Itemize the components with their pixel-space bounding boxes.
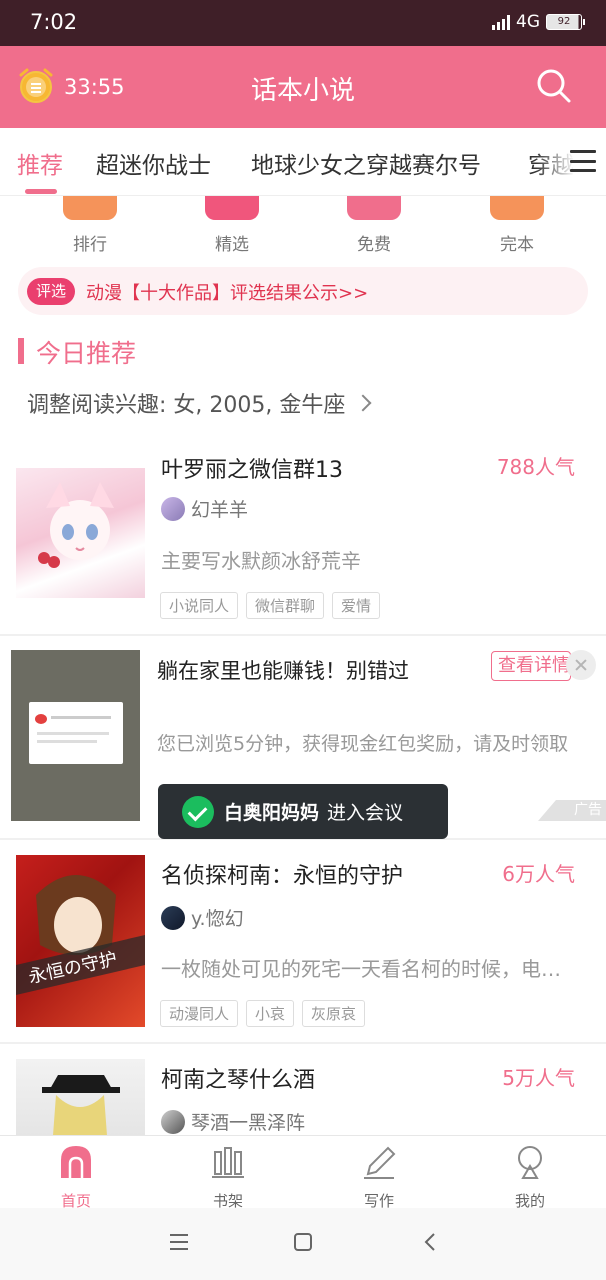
author-name: 幻羊羊	[191, 499, 249, 521]
cover-illustration	[38, 482, 114, 568]
author-name: 琴酒一黑泽阵	[191, 1112, 306, 1134]
home-button-icon[interactable]	[292, 1232, 314, 1252]
ad-detail-button[interactable]: 查看详情	[491, 651, 571, 681]
toast-action: 进入会议	[327, 802, 404, 824]
back-icon[interactable]	[422, 1232, 438, 1252]
bottom-nav: 首页 书架 写作 我的	[0, 1135, 606, 1211]
author-name: y.惚幻	[191, 908, 244, 930]
banner-text: 动漫【十大作品】评选结果公示>>	[86, 283, 369, 304]
category-label: 排行	[73, 235, 107, 255]
bookshelf-icon	[212, 1147, 244, 1178]
ad-image[interactable]	[11, 650, 140, 821]
book-title[interactable]: 柯南之琴什么酒	[161, 1062, 315, 1094]
book-popularity: 788人气	[496, 455, 575, 479]
divider	[0, 634, 606, 636]
book-author[interactable]: 琴酒一黑泽阵	[161, 1108, 305, 1135]
profile-icon	[518, 1146, 542, 1179]
ad-description: 您已浏览5分钟，获得现金红包奖励，请及时领取	[157, 733, 569, 755]
book-card[interactable]: 叶罗丽之微信群13 788人气 幻羊羊 主要写水默颜冰舒荒辛 小说同人 微信群聊…	[0, 440, 606, 635]
nav-bookshelf[interactable]: 书架	[188, 1144, 268, 1211]
category-free[interactable]: 免费	[324, 196, 424, 255]
category-label: 精选	[215, 235, 249, 255]
tab-indicator	[25, 189, 57, 194]
book-author[interactable]: y.惚幻	[161, 904, 244, 931]
nav-home[interactable]: 首页	[36, 1144, 116, 1211]
featured-icon	[205, 196, 259, 220]
status-time: 7:02	[30, 10, 78, 34]
nav-profile[interactable]: 我的	[490, 1144, 570, 1211]
status-indicators: 4G 92	[492, 12, 585, 32]
author-avatar	[161, 905, 185, 930]
book-card[interactable]: 永恒の守护 名侦探柯南：永恒的守护 6万人气 y.惚幻 一枚随处可见的死宅一天看…	[0, 840, 606, 1040]
book-tags: 动漫同人 小哀 灰原哀	[160, 1000, 366, 1027]
book-tag[interactable]: 微信群聊	[246, 592, 325, 619]
ranking-icon	[63, 196, 117, 220]
home-icon	[61, 1146, 91, 1178]
app-header: 33:55 话本小说	[0, 46, 606, 128]
reading-interest-link[interactable]: 调整阅读兴趣: 女, 2005, 金牛座	[27, 387, 372, 419]
app-title: 话本小说	[250, 76, 355, 106]
book-card[interactable]: 柯南之琴什么酒 5万人气 琴酒一黑泽阵	[0, 1044, 606, 1135]
category-label: 免费	[357, 235, 391, 255]
ad-badge: 广告	[538, 800, 606, 821]
book-title[interactable]: 叶罗丽之微信群13	[161, 452, 343, 484]
interest-text: 调整阅读兴趣: 女, 2005, 金牛座	[27, 393, 346, 418]
book-title[interactable]: 名侦探柯南：永恒的守护	[161, 858, 403, 890]
network-type: 4G	[516, 12, 540, 32]
meeting-toast[interactable]: 白奥阳妈妈 进入会议	[158, 784, 448, 839]
author-avatar	[161, 1109, 185, 1134]
ad-title[interactable]: 躺在家里也能赚钱！别错过	[157, 655, 409, 685]
tab-earth-girl[interactable]: 地球少女之穿越赛尔号	[251, 146, 481, 180]
tab-recommend[interactable]: 推荐	[17, 146, 63, 180]
book-cover[interactable]	[16, 468, 145, 598]
category-ranking[interactable]: 排行	[40, 196, 140, 255]
status-bar: 7:02 4G 92	[0, 0, 606, 46]
cover-illustration	[42, 1075, 120, 1135]
completed-icon	[490, 196, 544, 220]
book-tag[interactable]: 灰原哀	[302, 1000, 366, 1027]
category-label: 完本	[500, 235, 534, 255]
recent-apps-icon[interactable]	[168, 1232, 190, 1252]
book-tag[interactable]: 小说同人	[160, 592, 239, 619]
banner-tag: 评选	[27, 278, 75, 305]
book-tag[interactable]: 小哀	[246, 1000, 295, 1027]
category-featured[interactable]: 精选	[182, 196, 282, 255]
cover-illustration: 永恒の守护	[16, 875, 145, 995]
chevron-right-icon	[354, 394, 372, 412]
section-title: 今日推荐	[36, 339, 137, 368]
author-avatar	[161, 496, 185, 521]
book-tag[interactable]: 爱情	[332, 592, 381, 619]
battery-icon: 92	[546, 14, 585, 30]
book-cover[interactable]: 永恒の守护	[16, 855, 145, 1027]
book-tags: 小说同人 微信群聊 爱情	[160, 592, 381, 619]
book-popularity: 6万人气	[502, 862, 575, 886]
book-tag[interactable]: 动漫同人	[160, 1000, 239, 1027]
book-cover[interactable]	[16, 1059, 145, 1135]
close-icon[interactable]	[566, 650, 596, 680]
tab-mini-warrior[interactable]: 超迷你战士	[96, 146, 211, 180]
pen-icon	[364, 1146, 396, 1179]
nav-writing[interactable]: 写作	[339, 1144, 419, 1211]
signal-icon	[492, 14, 510, 30]
tab-bar: 推荐 超迷你战士 地球少女之穿越赛尔号 穿越	[0, 128, 606, 196]
toast-name: 白奥阳妈妈	[224, 802, 320, 824]
announcement-banner[interactable]: 评选 动漫【十大作品】评选结果公示>>	[18, 267, 588, 315]
free-icon	[347, 196, 401, 220]
menu-icon[interactable]	[570, 150, 596, 172]
book-popularity: 5万人气	[502, 1066, 575, 1090]
section-accent	[18, 338, 24, 364]
book-description: 一枚随处可见的死宅一天看名柯的时候，电…	[161, 957, 561, 981]
search-icon[interactable]	[536, 68, 572, 104]
book-description: 主要写水默颜冰舒荒辛	[161, 549, 361, 573]
category-completed[interactable]: 完本	[467, 196, 567, 255]
check-icon	[182, 795, 214, 828]
system-nav-bar	[0, 1208, 606, 1280]
book-author[interactable]: 幻羊羊	[161, 495, 248, 522]
